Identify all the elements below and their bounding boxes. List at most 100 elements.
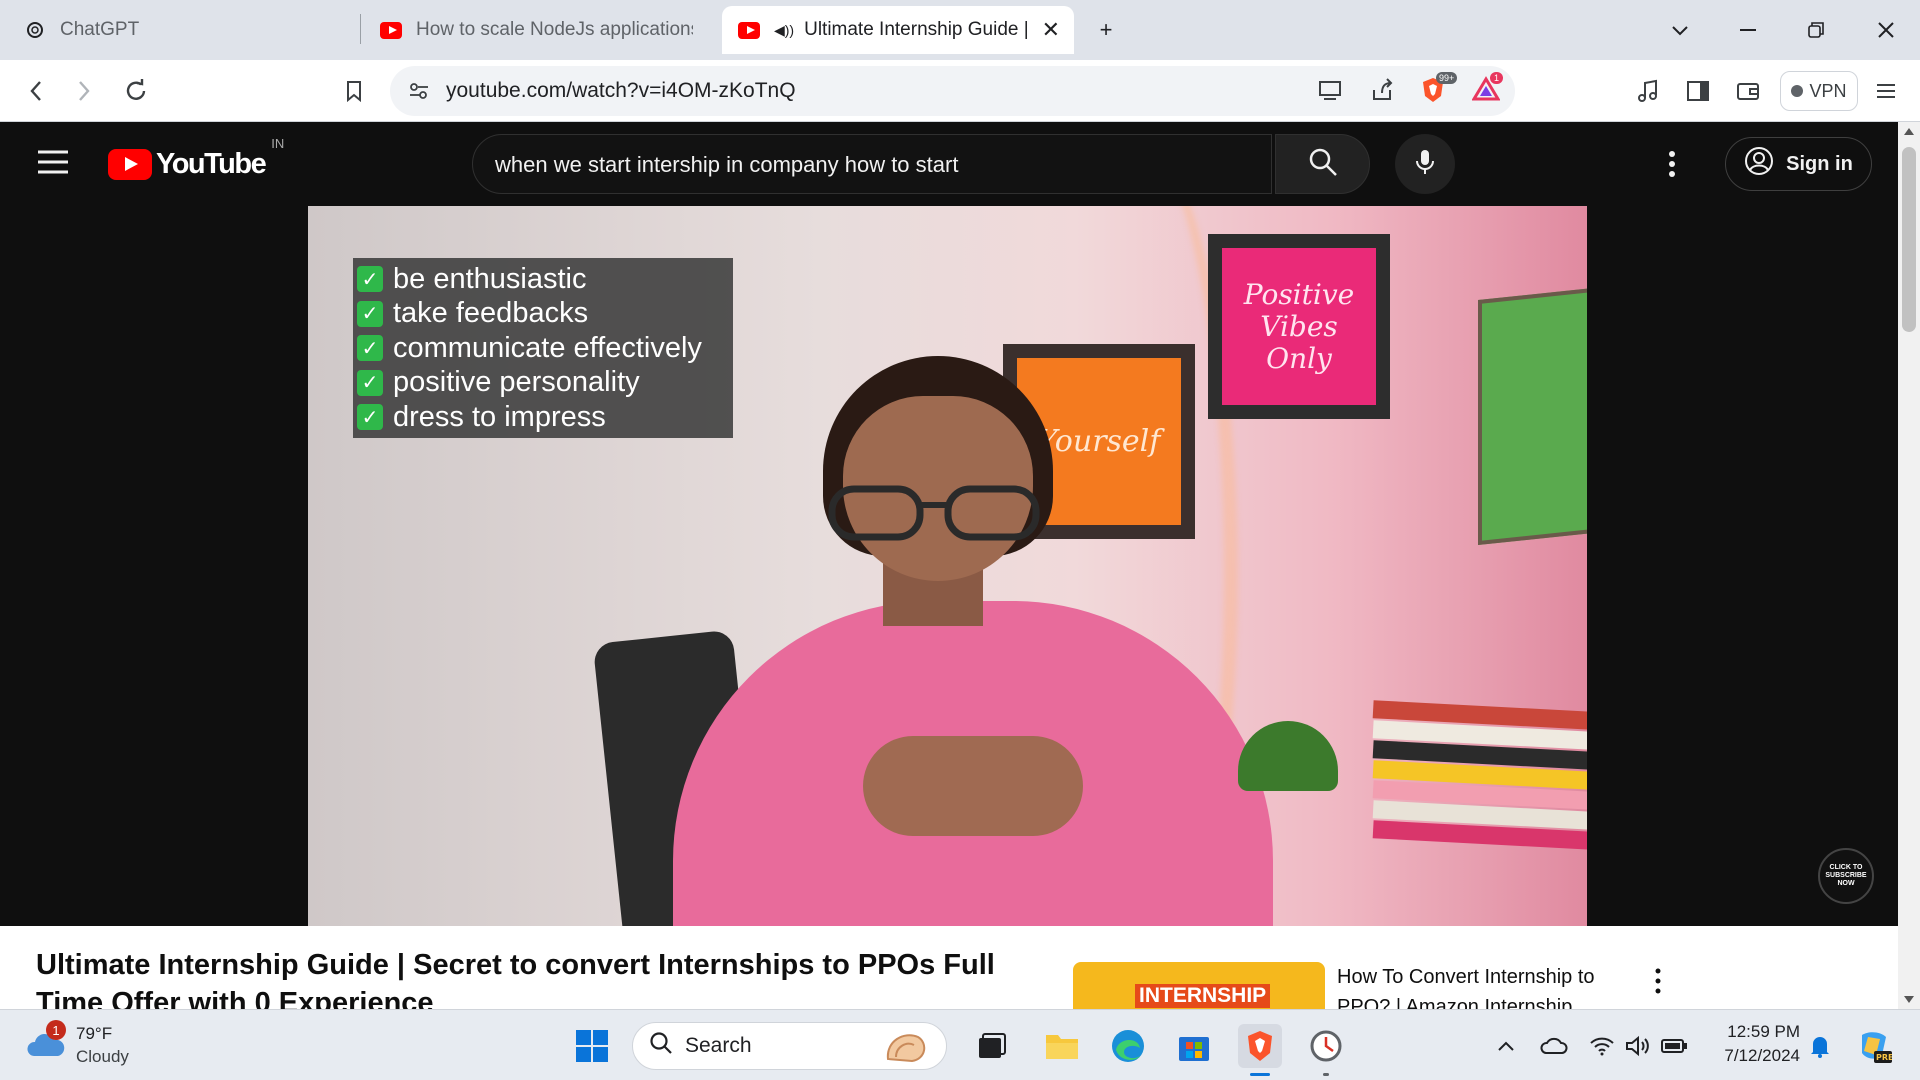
vpn-status-icon bbox=[1791, 85, 1804, 97]
scrollbar-thumb[interactable] bbox=[1902, 147, 1916, 332]
brave-shields-icon[interactable]: 99+ bbox=[1420, 72, 1458, 106]
region-code: IN bbox=[271, 136, 285, 151]
weather-widget[interactable]: 1 79°F Cloudy bbox=[26, 1020, 176, 1072]
menu-icon[interactable] bbox=[1866, 71, 1906, 111]
checklist-item: ✓ dress to impress bbox=[357, 400, 729, 435]
hamburger-menu-icon[interactable] bbox=[36, 149, 70, 180]
youtube-favicon-icon bbox=[738, 19, 760, 41]
subscribe-watermark[interactable]: CLICK TO SUBSCRIBE NOW bbox=[1818, 848, 1874, 904]
pink-wall-poster: Positive Vibes Only bbox=[1208, 234, 1390, 419]
battery-icon[interactable] bbox=[1652, 1024, 1696, 1068]
checklist-text: be enthusiastic bbox=[393, 262, 587, 295]
sign-in-label: Sign in bbox=[1786, 152, 1853, 175]
forward-button[interactable] bbox=[64, 71, 104, 111]
file-explorer-icon[interactable] bbox=[1040, 1024, 1084, 1068]
bookmark-icon[interactable] bbox=[334, 71, 374, 111]
tab-label: ChatGPT bbox=[60, 19, 140, 40]
checklist-item: ✓ communicate effectively bbox=[357, 331, 729, 366]
video-checklist-overlay: ✓ be enthusiastic ✓ take feedbacks ✓ commun… bbox=[353, 258, 733, 438]
sign-in-button[interactable]: Sign in bbox=[1725, 137, 1872, 191]
close-tab-icon[interactable]: ✕ bbox=[1042, 17, 1060, 43]
video-frame[interactable]: Yourself Positive Vibes Only ✓ be enthus… bbox=[308, 206, 1587, 926]
poster-text: Positive Vibes Only bbox=[1243, 277, 1355, 375]
vpn-button[interactable]: VPN bbox=[1780, 71, 1858, 111]
voice-search-button[interactable] bbox=[1395, 134, 1455, 194]
share-icon[interactable] bbox=[1370, 78, 1394, 107]
youtube-play-icon bbox=[108, 149, 152, 180]
address-bar[interactable]: youtube.com/watch?v=i4OM-zKoTnQ 99+ 1 bbox=[390, 66, 1515, 116]
task-view-icon[interactable] bbox=[970, 1024, 1014, 1068]
sidebar-toggle-icon[interactable] bbox=[1678, 71, 1718, 111]
weather-temp: 79°F bbox=[76, 1024, 113, 1043]
green-board bbox=[1478, 287, 1587, 546]
tab-label: Ultimate Internship Guide | S bbox=[804, 19, 1035, 40]
checklist-item: ✓ take feedbacks bbox=[357, 297, 729, 332]
media-music-icon[interactable] bbox=[1628, 71, 1668, 111]
notification-bell-icon[interactable] bbox=[1798, 1024, 1842, 1068]
tab-label: How to scale NodeJs applications us bbox=[416, 19, 693, 40]
shell-search-highlight-icon bbox=[882, 1029, 930, 1071]
youtube-logo[interactable]: YouTube IN bbox=[108, 136, 284, 181]
chatgpt-icon bbox=[24, 19, 46, 41]
tab-nodejs[interactable]: How to scale NodeJs applications us bbox=[364, 6, 709, 54]
active-app-indicator bbox=[1250, 1073, 1270, 1076]
edge-browser-icon[interactable] bbox=[1106, 1024, 1150, 1068]
related-more-icon[interactable] bbox=[1654, 968, 1662, 999]
scroll-down-arrow-icon[interactable] bbox=[1904, 996, 1914, 1003]
scroll-up-arrow-icon[interactable] bbox=[1904, 128, 1914, 135]
related-video-title[interactable]: How To Convert Internship to PPO? | Amaz… bbox=[1337, 962, 1637, 1009]
back-button[interactable] bbox=[16, 71, 56, 111]
windows-start-icon[interactable] bbox=[570, 1024, 614, 1068]
clock-time: 12:59 PM bbox=[1727, 1022, 1800, 1041]
search-icon bbox=[649, 1031, 673, 1061]
tab-chatgpt[interactable]: ChatGPT bbox=[8, 6, 348, 54]
windows-taskbar: 1 79°F Cloudy Search 12:59 PM 7/12/2024 … bbox=[0, 1009, 1920, 1080]
rewards-badge: 1 bbox=[1490, 72, 1504, 84]
brave-browser-taskbar-icon[interactable] bbox=[1238, 1024, 1282, 1076]
more-options-icon[interactable] bbox=[1668, 150, 1676, 183]
taskbar-search-box[interactable]: Search bbox=[632, 1022, 947, 1070]
checkmark-icon: ✓ bbox=[357, 404, 383, 431]
close-window-button[interactable] bbox=[1866, 10, 1906, 50]
cast-icon[interactable] bbox=[1318, 79, 1344, 106]
tab-list-chevron-icon[interactable] bbox=[1660, 10, 1700, 50]
checkmark-icon: ✓ bbox=[357, 335, 383, 362]
thumbnail-text: INTERNSHIP bbox=[1135, 984, 1271, 1008]
system-clock[interactable]: 12:59 PM 7/12/2024 bbox=[1700, 1020, 1800, 1072]
checklist-text: take feedbacks bbox=[393, 297, 589, 330]
svg-text:PRE: PRE bbox=[1876, 1053, 1892, 1062]
copilot-icon[interactable]: PRE bbox=[1852, 1024, 1896, 1068]
show-hidden-icons-chevron-icon[interactable] bbox=[1484, 1024, 1528, 1068]
speaker-icon[interactable]: ◀)) bbox=[774, 22, 794, 39]
weather-condition: Cloudy bbox=[76, 1047, 129, 1066]
onedrive-cloud-icon[interactable] bbox=[1532, 1024, 1576, 1068]
checklist-item: ✓ be enthusiastic bbox=[357, 262, 729, 297]
brave-rewards-icon[interactable]: 1 bbox=[1471, 72, 1504, 106]
search-query-text: when we start intership in company how t… bbox=[495, 152, 959, 177]
microsoft-store-icon[interactable] bbox=[1172, 1024, 1216, 1068]
related-video-thumbnail[interactable]: INTERNSHIP bbox=[1073, 962, 1325, 1009]
reload-button[interactable] bbox=[116, 71, 156, 111]
video-player[interactable]: Yourself Positive Vibes Only ✓ be enthus… bbox=[0, 206, 1898, 926]
weather-badge: 1 bbox=[46, 1020, 66, 1040]
search-button[interactable] bbox=[1275, 134, 1370, 194]
clock-app-icon[interactable] bbox=[1304, 1024, 1348, 1076]
minimize-button[interactable] bbox=[1728, 10, 1768, 50]
video-title: Ultimate Internship Guide | Secret to co… bbox=[36, 949, 995, 1009]
youtube-favicon-icon bbox=[380, 19, 402, 41]
hands bbox=[863, 736, 1083, 836]
tab-internship-guide[interactable]: ◀)) Ultimate Internship Guide | S ✕ bbox=[722, 6, 1074, 54]
browser-tab-bar: ChatGPT How to scale NodeJs applications… bbox=[0, 0, 1920, 60]
site-settings-icon[interactable] bbox=[408, 80, 430, 107]
restore-button[interactable] bbox=[1796, 10, 1836, 50]
video-info-section: Ultimate Internship Guide | Secret to co… bbox=[0, 926, 1898, 1009]
taskbar-search-placeholder: Search bbox=[685, 1034, 752, 1057]
wallet-icon[interactable] bbox=[1728, 71, 1768, 111]
plant bbox=[1238, 721, 1338, 791]
new-tab-button[interactable]: + bbox=[1086, 10, 1126, 50]
glasses bbox=[826, 481, 1048, 541]
page-scrollbar[interactable] bbox=[1898, 122, 1920, 1009]
checkmark-icon: ✓ bbox=[357, 266, 383, 293]
book-stack bbox=[1372, 700, 1587, 850]
search-input[interactable]: when we start intership in company how t… bbox=[472, 134, 1272, 194]
